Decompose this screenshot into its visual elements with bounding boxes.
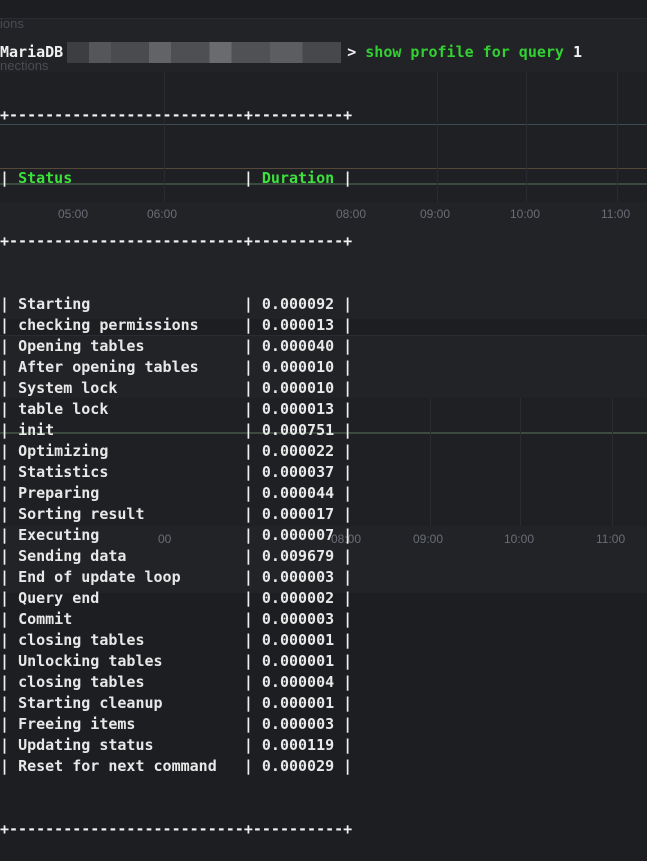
status-cell: Sorting result [18, 505, 235, 523]
table-border-bottom: +--------------------------+----------+ [0, 820, 353, 838]
table-row: | Opening tables | 0.000040 | [0, 337, 353, 355]
table-row: | Sending data | 0.009679 | [0, 547, 353, 565]
status-cell: Opening tables [18, 337, 235, 355]
status-cell: Preparing [18, 484, 235, 502]
table-row: | After opening tables | 0.000010 | [0, 358, 353, 376]
status-cell: Updating status [18, 736, 235, 754]
table-row: | Freeing items | 0.000003 | [0, 715, 353, 733]
status-cell: closing tables [18, 631, 235, 649]
table-row: | closing tables | 0.000001 | [0, 631, 353, 649]
duration-cell: 0.000013 [261, 400, 335, 418]
axis-tick: 11:00 [601, 207, 631, 221]
table-row: | checking permissions | 0.000013 | [0, 316, 353, 334]
axis-tick: 11:00 [596, 532, 626, 546]
duration-cell: 0.000010 [261, 379, 335, 397]
duration-cell: 0.000003 [261, 715, 335, 733]
redacted-host-block [67, 42, 342, 63]
status-cell: Optimizing [18, 442, 235, 460]
status-cell: Sending data [18, 547, 235, 565]
table-row: | Sorting result | 0.000017 | [0, 505, 353, 523]
header-status: Status [18, 169, 235, 187]
sql-command-argument: 1 [573, 43, 583, 61]
grid-line [612, 398, 613, 526]
table-row: | End of update loop | 0.000003 | [0, 568, 353, 586]
duration-cell: 0.000017 [261, 505, 335, 523]
table-body: | Starting | 0.000092 | | checking permis… [0, 294, 582, 777]
table-border-mid: +--------------------------+----------+ [0, 232, 353, 250]
status-cell: System lock [18, 379, 235, 397]
status-cell: table lock [18, 400, 235, 418]
status-cell: After opening tables [18, 358, 235, 376]
table-row: | Query end | 0.000002 | [0, 589, 353, 607]
table-row: | Executing | 0.000007 | [0, 526, 353, 544]
table-row: | Reset for next command | 0.000029 | [0, 757, 353, 775]
table-row: | table lock | 0.000013 | [0, 400, 353, 418]
duration-cell: 0.000044 [261, 484, 335, 502]
status-cell: Starting [18, 295, 235, 313]
table-row: | Starting cleanup | 0.000001 | [0, 694, 353, 712]
header-duration: Duration [261, 169, 335, 187]
status-cell: closing tables [18, 673, 235, 691]
status-cell: Starting cleanup [18, 694, 235, 712]
duration-cell: 0.000013 [261, 316, 335, 334]
table-row: | Unlocking tables | 0.000001 | [0, 652, 353, 670]
table-row: | Preparing | 0.000044 | [0, 484, 353, 502]
duration-cell: 0.000751 [261, 421, 335, 439]
status-cell: Unlocking tables [18, 652, 235, 670]
duration-cell: 0.000001 [261, 652, 335, 670]
table-row: | Optimizing | 0.000022 | [0, 442, 353, 460]
duration-cell: 0.000092 [261, 295, 335, 313]
table-row: | closing tables | 0.000004 | [0, 673, 353, 691]
duration-cell: 0.000040 [261, 337, 335, 355]
duration-cell: 0.000003 [261, 568, 335, 586]
command-prompt-line: MariaDB > show profile for query 1 [0, 42, 582, 63]
duration-cell: 0.000119 [261, 736, 335, 754]
prompt-symbol: > [347, 43, 357, 61]
sql-command: show profile for query [365, 43, 564, 61]
table-header-row: | Status | Duration | [0, 169, 353, 187]
duration-cell: 0.000001 [261, 694, 335, 712]
table-row: | System lock | 0.000010 | [0, 379, 353, 397]
status-cell: init [18, 421, 235, 439]
terminal-output[interactable]: MariaDB > show profile for query 1 +-----… [0, 0, 582, 861]
table-row: | Starting | 0.000092 | [0, 295, 353, 313]
table-row: | Statistics | 0.000037 | [0, 463, 353, 481]
duration-cell: 0.000037 [261, 463, 335, 481]
duration-cell: 0.000022 [261, 442, 335, 460]
status-cell: Reset for next command [18, 757, 235, 775]
status-cell: Commit [18, 610, 235, 628]
status-cell: Statistics [18, 463, 235, 481]
status-cell: End of update loop [18, 568, 235, 586]
duration-cell: 0.000007 [261, 526, 335, 544]
table-border-top: +--------------------------+----------+ [0, 106, 353, 124]
table-row: | init | 0.000751 | [0, 421, 353, 439]
table-row: | Commit | 0.000003 | [0, 610, 353, 628]
duration-cell: 0.000010 [261, 358, 335, 376]
duration-cell: 0.000003 [261, 610, 335, 628]
client-name: MariaDB [0, 43, 64, 61]
table-row: | Updating status | 0.000119 | [0, 736, 353, 754]
status-cell: Freeing items [18, 715, 235, 733]
duration-cell: 0.000029 [261, 757, 335, 775]
grid-line [617, 72, 618, 202]
duration-cell: 0.009679 [261, 547, 335, 565]
duration-cell: 0.000004 [261, 673, 335, 691]
status-cell: Executing [18, 526, 235, 544]
duration-cell: 0.000001 [261, 631, 335, 649]
status-cell: checking permissions [18, 316, 235, 334]
